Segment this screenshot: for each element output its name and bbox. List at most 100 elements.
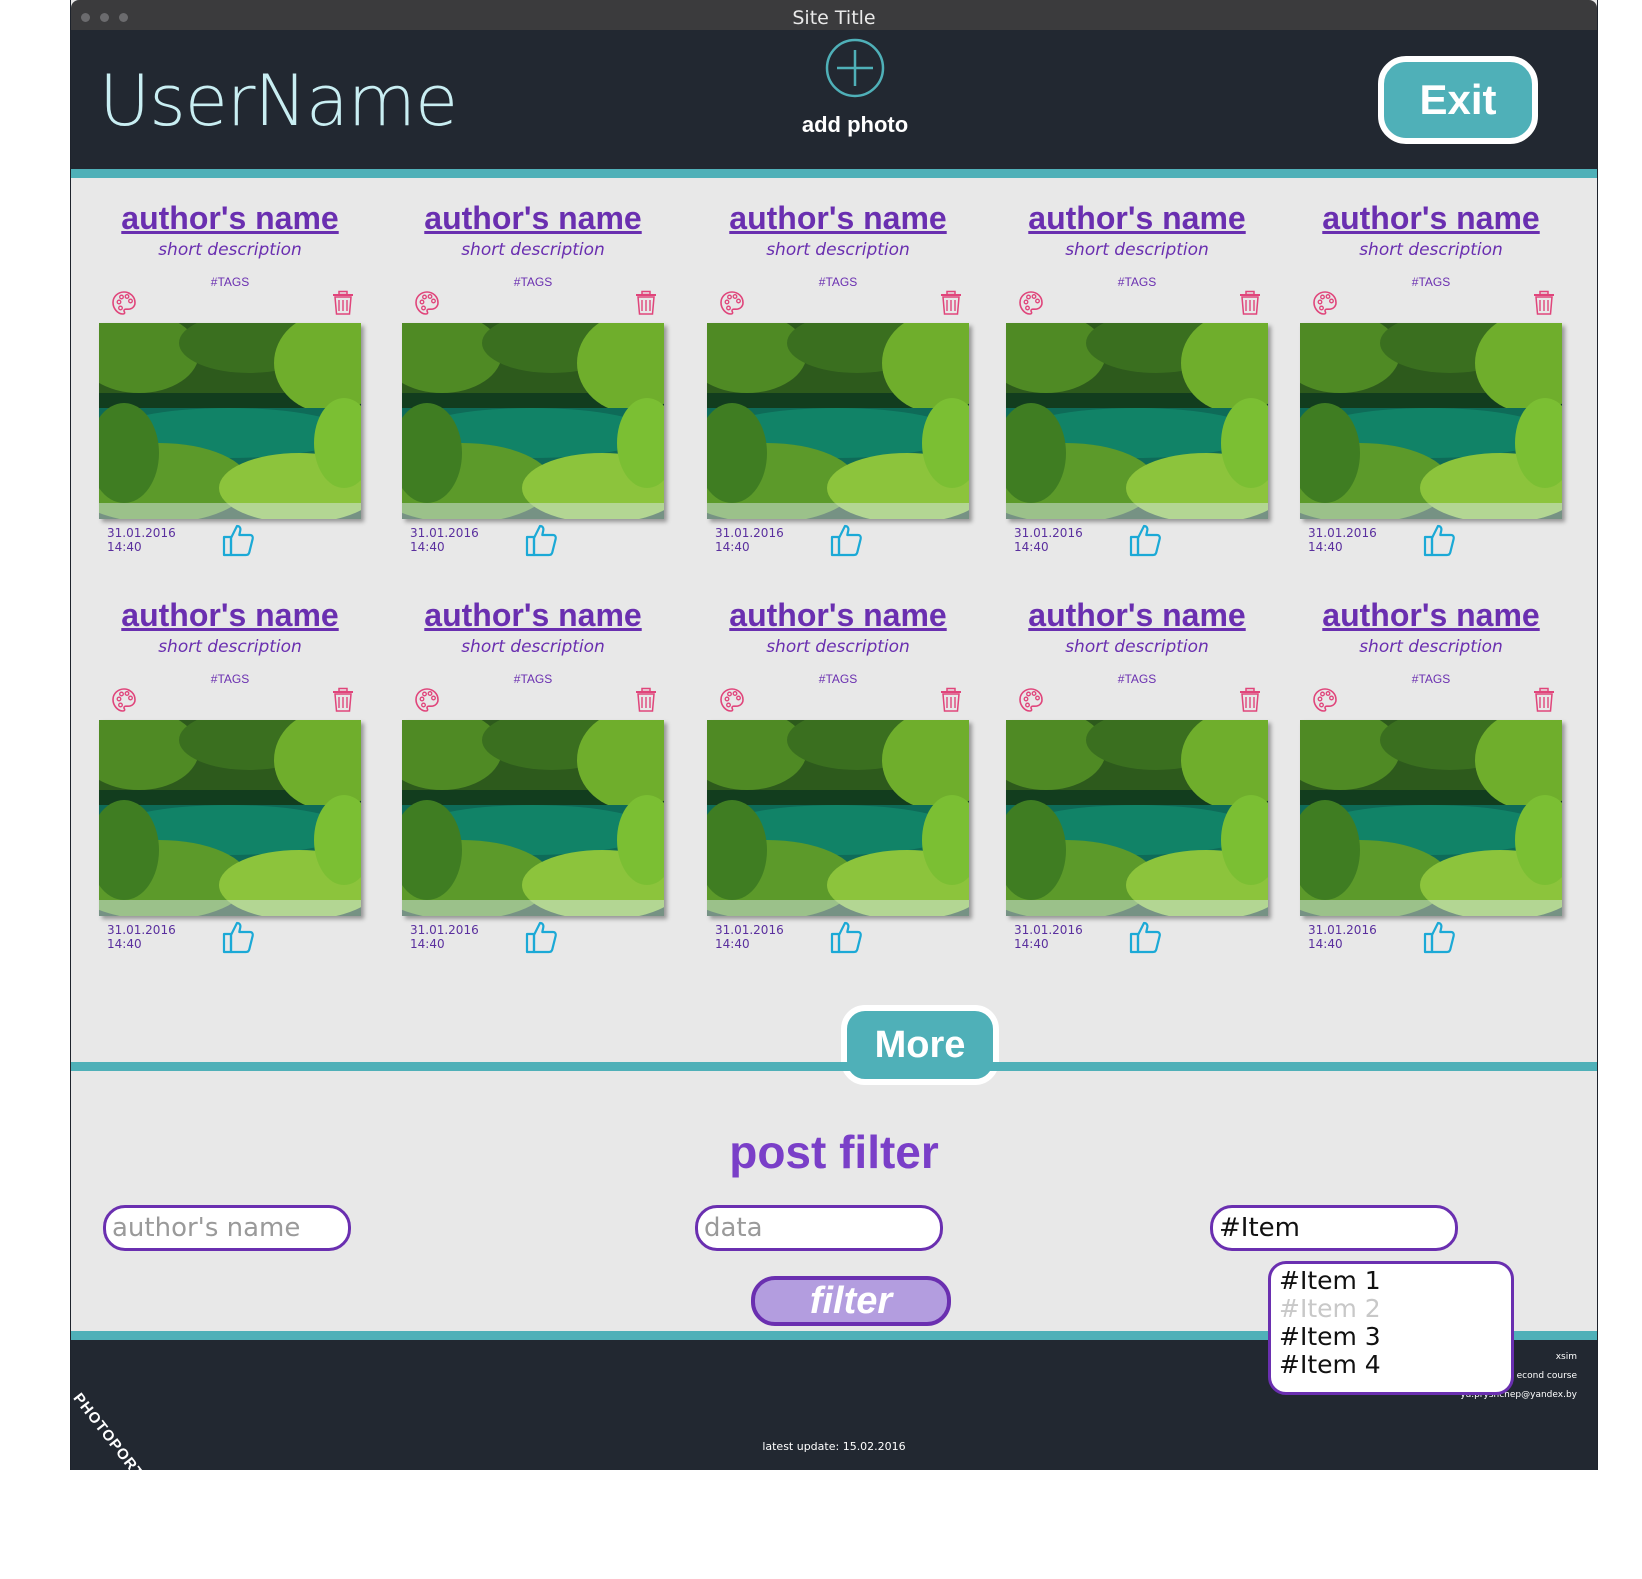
thumbs-up-icon[interactable] [221, 919, 255, 955]
post-date: 31.01.2016 [107, 923, 176, 937]
author-name-link[interactable]: author's name [707, 200, 969, 237]
thumbs-up-icon[interactable] [829, 919, 863, 955]
photo-card: author's name short description #TAGS 31… [1006, 200, 1268, 580]
post-date: 31.01.2016 [715, 526, 784, 540]
thumbs-up-icon[interactable] [829, 522, 863, 558]
trash-icon[interactable] [634, 687, 658, 713]
post-photo[interactable] [99, 720, 361, 916]
trash-icon[interactable] [939, 290, 963, 316]
photo-card: author's name short description #TAGS 31… [1006, 597, 1268, 977]
trash-icon[interactable] [1238, 687, 1262, 713]
author-name-link[interactable]: author's name [1300, 597, 1562, 634]
short-description: short description [461, 637, 605, 657]
post-date: 31.01.2016 [1308, 526, 1377, 540]
dropdown-option[interactable]: #Item 1 [1279, 1267, 1503, 1295]
date-input[interactable] [695, 1205, 943, 1251]
palette-icon[interactable] [111, 290, 137, 316]
short-description: short description [1359, 637, 1503, 657]
post-photo[interactable] [1300, 720, 1562, 916]
trash-icon[interactable] [1238, 290, 1262, 316]
tags-label[interactable]: #TAGS [1300, 275, 1562, 289]
author-name-link[interactable]: author's name [1006, 597, 1268, 634]
trash-icon[interactable] [634, 290, 658, 316]
thumbs-up-icon[interactable] [524, 522, 558, 558]
author-name-input[interactable] [103, 1205, 351, 1251]
brand-logo-text: PHOTOPORTAL [70, 1390, 160, 1470]
palette-icon[interactable] [1018, 290, 1044, 316]
post-photo[interactable] [707, 323, 969, 519]
photo-card: author's name short description #TAGS 31… [1300, 200, 1562, 580]
add-photo-label: add photo [801, 112, 909, 137]
thumbs-up-icon[interactable] [1128, 919, 1162, 955]
short-description: short description [766, 637, 910, 657]
filter-divider [71, 1062, 1597, 1071]
tags-label[interactable]: #TAGS [402, 275, 664, 289]
post-time: 14:40 [1014, 540, 1049, 554]
post-photo[interactable] [99, 323, 361, 519]
tag-select-input[interactable] [1210, 1205, 1458, 1251]
header: UserName add photo Exit [71, 30, 1597, 178]
thumbs-up-icon[interactable] [1128, 522, 1162, 558]
author-name-link[interactable]: author's name [707, 597, 969, 634]
tags-label[interactable]: #TAGS [1006, 275, 1268, 289]
author-name-link[interactable]: author's name [402, 597, 664, 634]
tags-label[interactable]: #TAGS [1300, 672, 1562, 686]
post-date: 31.01.2016 [410, 923, 479, 937]
palette-icon[interactable] [1018, 687, 1044, 713]
post-datetime: 31.01.2016 14:40 [1014, 526, 1083, 554]
palette-icon[interactable] [414, 687, 440, 713]
post-datetime: 31.01.2016 14:40 [410, 526, 479, 554]
post-photo[interactable] [402, 720, 664, 916]
thumbs-up-icon[interactable] [524, 919, 558, 955]
filter-button[interactable]: filter [751, 1276, 951, 1326]
palette-icon[interactable] [719, 687, 745, 713]
post-photo[interactable] [1006, 323, 1268, 519]
tags-label[interactable]: #TAGS [99, 672, 361, 686]
post-photo[interactable] [1300, 323, 1562, 519]
photo-card: author's name short description #TAGS 31… [99, 200, 361, 580]
thumbs-up-icon[interactable] [1422, 919, 1456, 955]
post-photo[interactable] [1006, 720, 1268, 916]
username: UserName [99, 60, 458, 142]
palette-icon[interactable] [414, 290, 440, 316]
tags-label[interactable]: #TAGS [707, 672, 969, 686]
trash-icon[interactable] [939, 687, 963, 713]
tags-label[interactable]: #TAGS [707, 275, 969, 289]
palette-icon[interactable] [1312, 687, 1338, 713]
post-time: 14:40 [715, 540, 750, 554]
trash-icon[interactable] [331, 290, 355, 316]
post-time: 14:40 [107, 937, 142, 951]
author-name-link[interactable]: author's name [402, 200, 664, 237]
tags-label[interactable]: #TAGS [1006, 672, 1268, 686]
author-name-link[interactable]: author's name [1006, 200, 1268, 237]
palette-icon[interactable] [1312, 290, 1338, 316]
short-description: short description [1065, 240, 1209, 260]
header-divider [71, 169, 1597, 178]
author-name-link[interactable]: author's name [99, 200, 361, 237]
author-name-link[interactable]: author's name [99, 597, 361, 634]
post-time: 14:40 [1308, 937, 1343, 951]
tags-label[interactable]: #TAGS [402, 672, 664, 686]
add-photo-button[interactable]: add photo [785, 38, 925, 138]
post-photo[interactable] [402, 323, 664, 519]
dropdown-option[interactable]: #Item 3 [1279, 1323, 1503, 1351]
more-button[interactable]: More [841, 1005, 999, 1085]
author-name-link[interactable]: author's name [1300, 200, 1562, 237]
tags-label[interactable]: #TAGS [99, 275, 361, 289]
palette-icon[interactable] [111, 687, 137, 713]
trash-icon[interactable] [331, 687, 355, 713]
dropdown-option[interactable]: #Item 4 [1279, 1351, 1503, 1379]
post-date: 31.01.2016 [715, 923, 784, 937]
post-date: 31.01.2016 [1308, 923, 1377, 937]
post-photo[interactable] [707, 720, 969, 916]
window-title: Site Title [792, 7, 876, 29]
thumbs-up-icon[interactable] [1422, 522, 1456, 558]
post-time: 14:40 [715, 937, 750, 951]
trash-icon[interactable] [1532, 687, 1556, 713]
exit-button[interactable]: Exit [1378, 56, 1538, 144]
trash-icon[interactable] [1532, 290, 1556, 316]
palette-icon[interactable] [719, 290, 745, 316]
thumbs-up-icon[interactable] [221, 522, 255, 558]
filter-title: post filter [729, 1126, 939, 1178]
post-date: 31.01.2016 [410, 526, 479, 540]
